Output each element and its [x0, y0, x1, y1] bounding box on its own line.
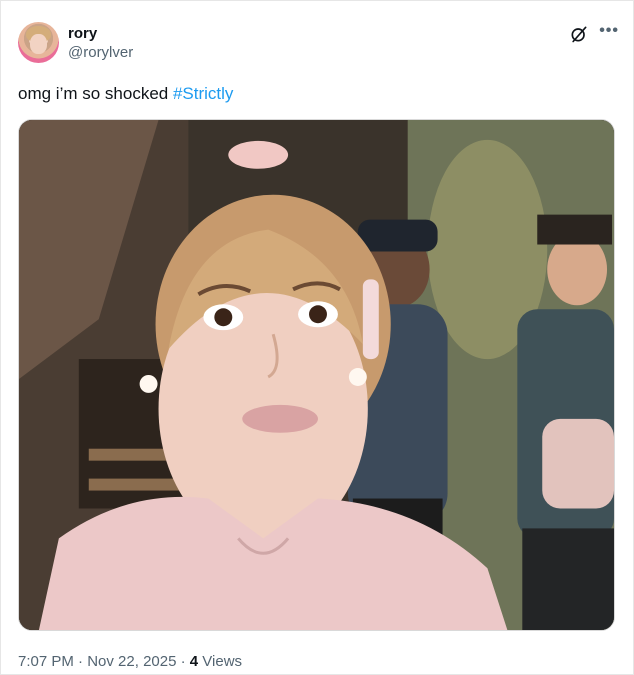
right-bow-ribbon	[362, 279, 379, 360]
user-handle[interactable]: @rorylver	[68, 43, 133, 62]
more-icon[interactable]: •••	[599, 23, 619, 39]
avatar-face	[30, 34, 47, 54]
right-man-hair	[537, 214, 613, 245]
right-man-bag	[542, 418, 614, 509]
tweet-body: omg i’m so shocked	[18, 84, 173, 103]
tweet-header: rory @rorylver •••	[18, 22, 619, 66]
tweet-meta: 7:07 PM · Nov 22, 2025 · 4 Views	[18, 653, 242, 671]
left-earring	[139, 375, 158, 393]
right-man-trousers	[522, 528, 614, 630]
right-earring	[348, 368, 367, 386]
hair-bow	[228, 140, 289, 169]
right-iris	[309, 305, 327, 324]
tweet-card[interactable]: rory @rorylver ••• omg i’m so shocked #S…	[0, 0, 634, 675]
photo-illustration	[19, 120, 614, 630]
man-cap	[357, 219, 438, 252]
tweet-time[interactable]: 7:07 PM	[18, 653, 74, 670]
tweet-date[interactable]: Nov 22, 2025	[87, 653, 176, 670]
tweet-photo[interactable]	[18, 119, 615, 631]
header-actions: •••	[569, 23, 619, 44]
views-count[interactable]: 4	[190, 653, 198, 670]
grok-icon[interactable]	[569, 24, 589, 44]
left-iris	[214, 308, 233, 327]
views-label: Views	[198, 653, 243, 670]
avatar[interactable]	[18, 22, 59, 63]
hashtag-link[interactable]: #Strictly	[173, 84, 233, 103]
meta-separator-2: ·	[176, 653, 190, 670]
meta-separator: ·	[73, 653, 88, 670]
display-name[interactable]: rory	[68, 24, 133, 43]
left-step-2	[88, 478, 189, 491]
tweet-text: omg i’m so shocked #Strictly	[18, 83, 233, 105]
author-names: rory @rorylver	[68, 24, 133, 62]
lips	[242, 404, 318, 433]
